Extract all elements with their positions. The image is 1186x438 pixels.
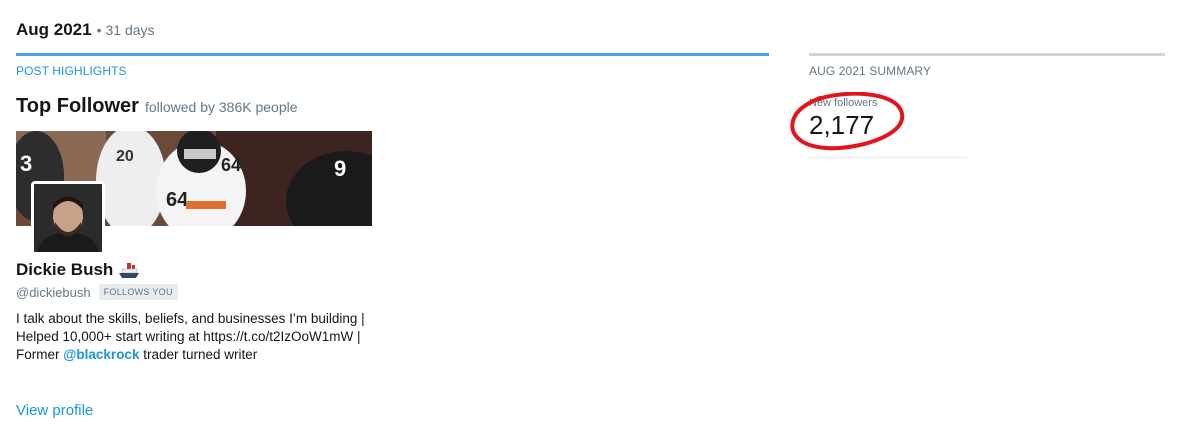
separator-dot: • bbox=[96, 22, 102, 38]
svg-text:64: 64 bbox=[166, 189, 189, 211]
avatar-image bbox=[34, 184, 102, 252]
summary-divider bbox=[809, 53, 1165, 56]
follower-name[interactable]: Dickie Bush bbox=[16, 260, 113, 280]
top-follower-title: Top Follower bbox=[16, 95, 139, 117]
svg-text:20: 20 bbox=[116, 148, 134, 165]
view-profile-link[interactable]: View profile bbox=[16, 402, 93, 419]
follower-handle[interactable]: @dickiebush bbox=[16, 285, 91, 300]
svg-text:9: 9 bbox=[334, 156, 346, 181]
ship-icon bbox=[118, 260, 140, 280]
highlights-divider bbox=[16, 53, 769, 56]
follower-handle-row: @dickiebush FOLLOWS YOU bbox=[16, 284, 178, 300]
bio-mention-link[interactable]: @blackrock bbox=[63, 347, 139, 362]
period-header: Aug 2021 • 31 days bbox=[16, 20, 155, 40]
top-follower-subtitle: followed by 386K people bbox=[144, 99, 298, 115]
summary-label: AUG 2021 SUMMARY bbox=[809, 64, 932, 78]
annotation-circle bbox=[790, 92, 905, 151]
follows-you-badge: FOLLOWS YOU bbox=[98, 284, 178, 300]
post-highlights-label: POST HIGHLIGHTS bbox=[16, 64, 127, 78]
bio-text-end: trader turned writer bbox=[139, 347, 258, 362]
svg-text:64: 64 bbox=[221, 155, 241, 175]
svg-text:3: 3 bbox=[20, 151, 32, 176]
summary-item-divider bbox=[809, 157, 967, 158]
period-month: Aug 2021 bbox=[16, 20, 92, 39]
follower-bio: I talk about the skills, beliefs, and bu… bbox=[16, 310, 366, 364]
follower-name-row: Dickie Bush bbox=[16, 260, 140, 280]
period-days: 31 days bbox=[105, 22, 155, 38]
avatar[interactable] bbox=[31, 181, 105, 255]
top-follower-heading: Top Follower followed by 386K people bbox=[16, 95, 298, 118]
